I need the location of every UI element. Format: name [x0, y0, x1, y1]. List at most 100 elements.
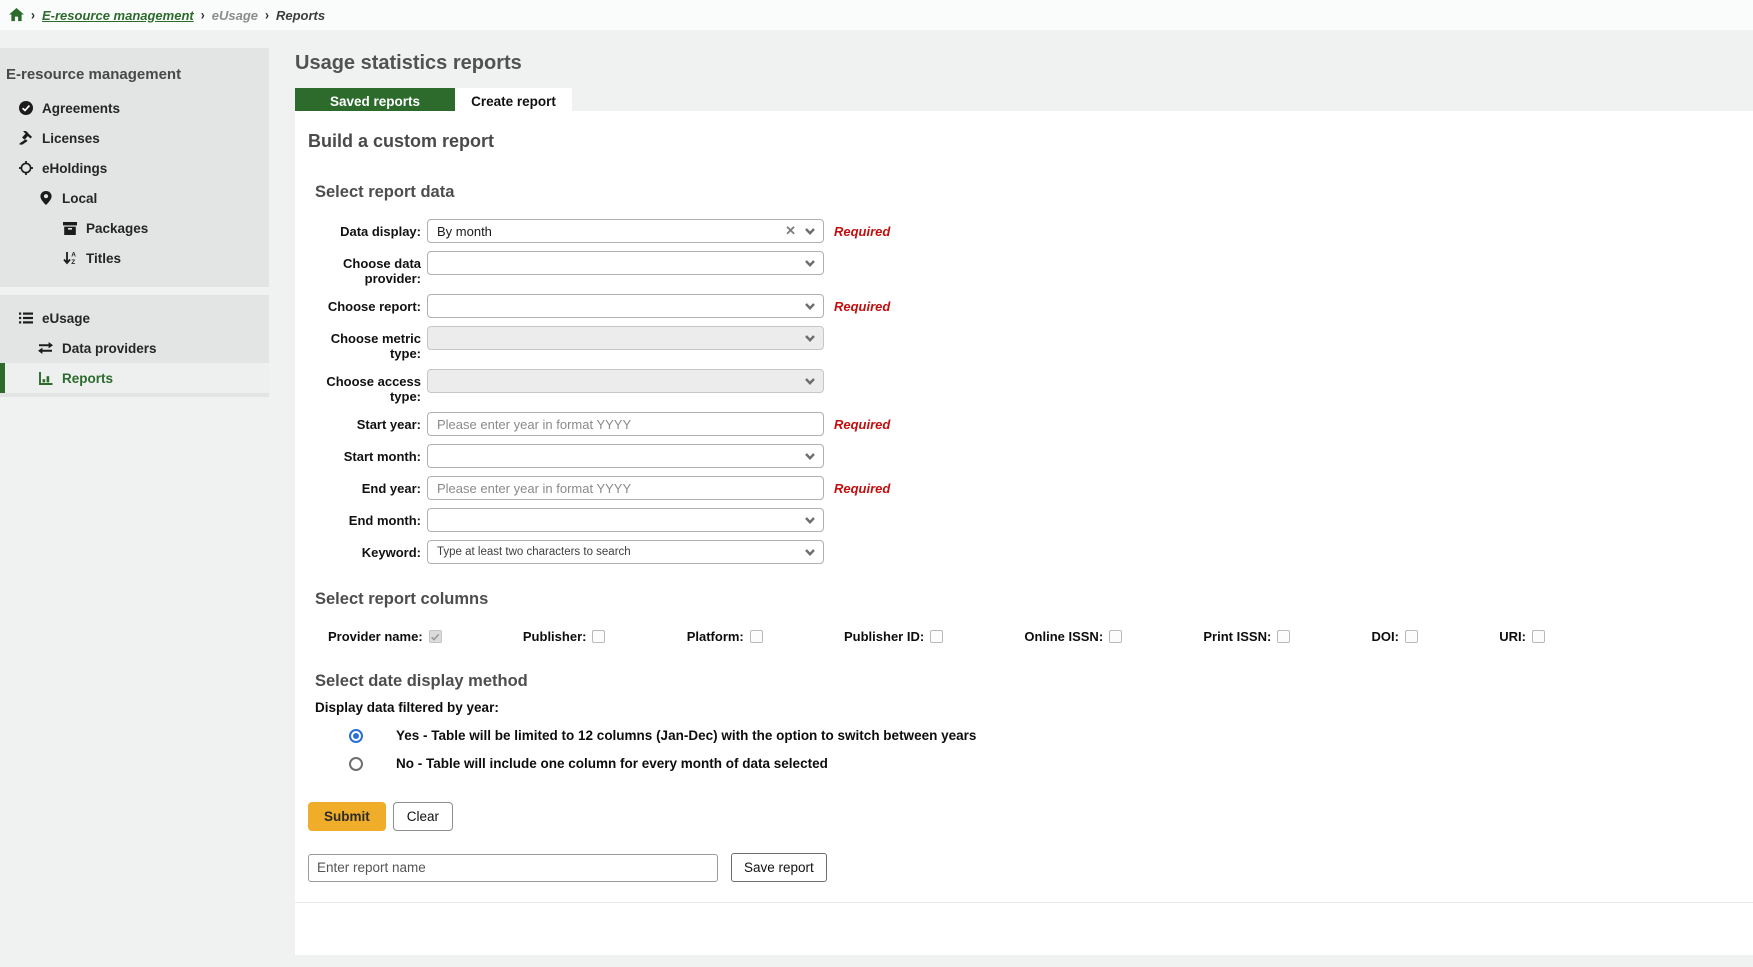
- save-report-row: Save report: [308, 853, 1753, 882]
- checkbox-item-publisher: Publisher:: [523, 629, 606, 644]
- breadcrumb-eresource-link[interactable]: E-resource management: [42, 8, 194, 23]
- field-label: Choose report:: [308, 294, 421, 314]
- field-row-data-display: Data display: By month ✕ Required: [308, 219, 1753, 243]
- data-provider-select[interactable]: [427, 251, 824, 275]
- publisher-id-checkbox[interactable]: [930, 630, 943, 643]
- chevron-down-icon: [803, 256, 817, 270]
- sidebar-item-packages[interactable]: Packages: [0, 213, 269, 243]
- page-title: Usage statistics reports: [295, 52, 1753, 75]
- publisher-checkbox[interactable]: [592, 630, 605, 643]
- submit-button[interactable]: Submit: [308, 802, 386, 831]
- field-row-start-month: Start month:: [308, 444, 1753, 468]
- field-row-access-type: Choose access type:: [308, 369, 1753, 404]
- radio-label: No - Table will include one column for e…: [396, 756, 828, 771]
- end-month-select[interactable]: [427, 508, 824, 532]
- checkbox-item-platform: Platform:: [687, 629, 763, 644]
- select-report-columns-heading: Select report columns: [315, 590, 1753, 609]
- sidebar-item-eholdings[interactable]: eHoldings: [0, 153, 269, 183]
- home-icon[interactable]: [9, 8, 24, 22]
- checkbox-label: Publisher:: [523, 629, 587, 644]
- field-row-start-year: Start year: Required: [308, 412, 1753, 436]
- report-columns-row: Provider name: Publisher: Platform: Publ…: [328, 629, 1545, 644]
- field-label: Start month:: [308, 444, 421, 464]
- checkbox-item-publisher-id: Publisher ID:: [844, 629, 943, 644]
- form-actions: Submit Clear: [308, 802, 1753, 831]
- sidebar-item-label: Licenses: [42, 131, 100, 146]
- field-row-end-year: End year: Required: [308, 476, 1753, 500]
- year-filter-yes-radio[interactable]: [349, 729, 363, 743]
- keyword-select[interactable]: Type at least two characters to search: [427, 540, 824, 564]
- print-issn-checkbox[interactable]: [1277, 630, 1290, 643]
- bar-chart-icon: [38, 372, 53, 385]
- checkbox-label: Provider name:: [328, 629, 423, 644]
- panel-divider: [295, 902, 1753, 903]
- check-circle-icon: [18, 101, 33, 115]
- display-data-filtered-label: Display data filtered by year:: [315, 700, 1753, 715]
- sidebar-item-licenses[interactable]: Licenses: [0, 123, 269, 153]
- sidebar-item-label: Data providers: [62, 341, 157, 356]
- platform-checkbox[interactable]: [750, 630, 763, 643]
- field-label: Choose metric type:: [308, 326, 421, 361]
- save-report-button[interactable]: Save report: [731, 853, 827, 882]
- radio-row-no: No - Table will include one column for e…: [349, 756, 1753, 771]
- checkbox-label: Platform:: [687, 629, 744, 644]
- provider-name-checkbox: [429, 630, 442, 643]
- field-label: Start year:: [308, 412, 421, 432]
- sidebar-item-label: eHoldings: [42, 161, 107, 176]
- uri-checkbox[interactable]: [1532, 630, 1545, 643]
- doi-checkbox[interactable]: [1405, 630, 1418, 643]
- target-icon: [18, 161, 33, 175]
- chevron-down-icon: [803, 374, 817, 388]
- sidebar-item-reports[interactable]: Reports: [0, 363, 269, 393]
- metric-type-select: [427, 326, 824, 350]
- sidebar-item-label: Reports: [62, 371, 113, 386]
- breadcrumb-eusage[interactable]: eUsage: [212, 8, 258, 23]
- data-display-value: By month: [437, 224, 785, 239]
- field-label: Data display:: [308, 219, 421, 239]
- access-type-select: [427, 369, 824, 393]
- required-label: Required: [834, 219, 890, 239]
- year-filter-no-radio[interactable]: [349, 757, 363, 771]
- sidebar-item-agreements[interactable]: Agreements: [0, 93, 269, 123]
- report-name-input[interactable]: [308, 854, 718, 882]
- chevron-down-icon: [803, 545, 817, 559]
- sidebar-item-eusage[interactable]: eUsage: [0, 303, 269, 333]
- clear-button[interactable]: Clear: [393, 802, 453, 831]
- checkbox-item-provider-name: Provider name:: [328, 629, 442, 644]
- field-label: End year:: [308, 476, 421, 496]
- clear-icon[interactable]: ✕: [785, 223, 796, 239]
- exchange-arrows-icon: [38, 342, 53, 354]
- breadcrumb: › E-resource management › eUsage › Repor…: [0, 0, 1753, 30]
- start-month-select[interactable]: [427, 444, 824, 468]
- sidebar-item-label: Agreements: [42, 101, 120, 116]
- data-display-select[interactable]: By month ✕: [427, 219, 824, 243]
- chevron-down-icon: [803, 449, 817, 463]
- breadcrumb-separator: ›: [31, 7, 35, 23]
- field-row-keyword: Keyword: Type at least two characters to…: [308, 540, 1753, 564]
- svg-text:Z: Z: [71, 259, 75, 265]
- sidebar-item-label: Titles: [86, 251, 121, 266]
- sidebar-item-label: eUsage: [42, 311, 90, 326]
- end-year-input[interactable]: [427, 476, 824, 500]
- sidebar-item-label: Packages: [86, 221, 148, 236]
- field-label: Choose access type:: [308, 369, 421, 404]
- report-select[interactable]: [427, 294, 824, 318]
- breadcrumb-separator: ›: [201, 7, 205, 23]
- checkbox-label: DOI:: [1372, 629, 1399, 644]
- sort-down-icon: AZ: [62, 251, 77, 265]
- sidebar-title: E-resource management: [0, 58, 269, 93]
- gavel-icon: [18, 131, 33, 145]
- field-row-report: Choose report: Required: [308, 294, 1753, 318]
- radio-label: Yes - Table will be limited to 12 column…: [396, 728, 976, 743]
- online-issn-checkbox[interactable]: [1109, 630, 1122, 643]
- checkbox-item-doi: DOI:: [1372, 629, 1418, 644]
- chevron-down-icon: [803, 513, 817, 527]
- sidebar-item-titles[interactable]: AZ Titles: [0, 243, 269, 273]
- sidebar-item-local[interactable]: Local: [0, 183, 269, 213]
- required-label: Required: [834, 476, 890, 496]
- start-year-input[interactable]: [427, 412, 824, 436]
- breadcrumb-reports: Reports: [276, 8, 325, 23]
- chevron-down-icon: [803, 331, 817, 345]
- sidebar-item-data-providers[interactable]: Data providers: [0, 333, 269, 363]
- required-label: Required: [834, 412, 890, 432]
